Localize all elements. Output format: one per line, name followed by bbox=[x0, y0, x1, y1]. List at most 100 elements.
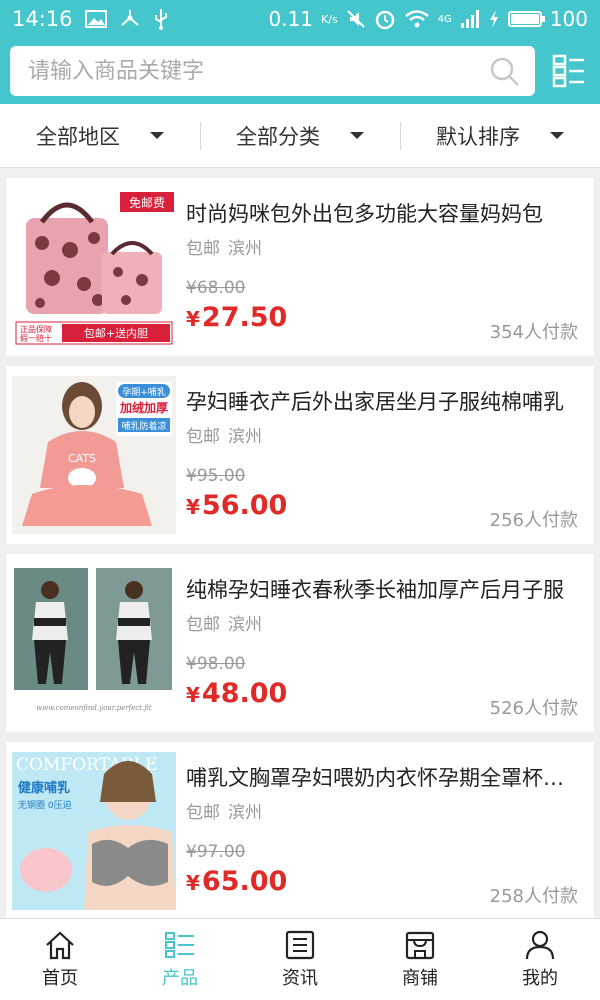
products-icon bbox=[165, 931, 194, 958]
battery-level: 100 bbox=[549, 7, 588, 31]
sale-price: ¥ 48.00 bbox=[186, 678, 287, 709]
status-bar: 14:16 0.11 K/s 4G 100 bbox=[0, 0, 600, 38]
search-box[interactable] bbox=[10, 46, 535, 96]
product-image-nursing-bra: COMFORTABLE 健康哺乳 无钢圈 0压迫 bbox=[12, 752, 176, 910]
product-list: 免邮费 正品保障 假一赔十 包邮+送内胆 时尚妈咪包外出包多功能大容量妈妈包 包… bbox=[0, 168, 600, 918]
location-label: 滨州 bbox=[228, 615, 262, 635]
search-header bbox=[0, 38, 600, 104]
search-input[interactable] bbox=[10, 46, 470, 96]
news-icon bbox=[285, 930, 315, 959]
badge-text: 孕期+哺乳 bbox=[122, 386, 166, 398]
mute-icon bbox=[346, 9, 366, 29]
sale-price: ¥ 56.00 bbox=[186, 490, 287, 521]
network-type: 4G bbox=[437, 13, 452, 25]
shipping-label: 包邮 bbox=[186, 427, 220, 447]
tab-home[interactable]: 首页 bbox=[0, 919, 120, 1000]
location-label: 滨州 bbox=[228, 427, 262, 447]
shipping-label: 包邮 bbox=[186, 803, 220, 823]
tab-news[interactable]: 资讯 bbox=[240, 919, 360, 1000]
price-value: 48.00 bbox=[201, 678, 288, 709]
badge-text: 哺乳防着凉 bbox=[121, 420, 166, 432]
shipping-label: 包邮 bbox=[186, 615, 220, 635]
caret-down-icon bbox=[150, 132, 164, 139]
tab-products[interactable]: 产品 bbox=[120, 919, 240, 1000]
image-icon bbox=[84, 10, 107, 28]
net-speed-unit: K/s bbox=[321, 12, 338, 26]
caption-text: www.comeonfind.your.perfect.fit bbox=[36, 704, 152, 712]
product-card[interactable]: COMFORTABLE 健康哺乳 无钢圈 0压迫 哺乳文胸罩孕妇喂奶内衣怀孕期全… bbox=[6, 742, 594, 918]
bottom-tab-bar: 首页 产品 资讯 商铺 我的 bbox=[0, 918, 600, 1000]
tab-shop[interactable]: 商铺 bbox=[360, 919, 480, 1000]
category-menu-button[interactable] bbox=[552, 54, 586, 88]
product-image-sleepwear: www.comeonfind.your.perfect.fit bbox=[12, 564, 176, 722]
promo-text: 包邮+送内胆 bbox=[84, 326, 148, 340]
battery-icon bbox=[507, 11, 545, 27]
original-price: ¥97.00 bbox=[186, 842, 246, 862]
product-image-pajamas: CATS 孕期+哺乳 加绒加厚 哺乳防着凉 bbox=[12, 376, 176, 534]
tab-label: 我的 bbox=[522, 967, 558, 989]
filter-label: 全部分类 bbox=[236, 124, 320, 149]
tab-label: 资讯 bbox=[282, 967, 318, 989]
original-price: ¥95.00 bbox=[186, 466, 246, 486]
net-speed: 0.11 bbox=[268, 7, 314, 31]
badge-text: 加绒加厚 bbox=[119, 400, 168, 415]
product-title: 哺乳文胸罩孕妇喂奶内衣怀孕期全罩杯聚拢 bbox=[186, 766, 578, 790]
location-label: 滨州 bbox=[228, 803, 262, 823]
product-meta: 包邮 滨州 bbox=[186, 422, 262, 447]
tab-profile[interactable]: 我的 bbox=[480, 919, 600, 1000]
filter-region[interactable]: 全部地区 bbox=[0, 104, 200, 167]
filter-bar: 全部地区 全部分类 默认排序 bbox=[0, 104, 600, 168]
currency-symbol: ¥ bbox=[186, 495, 200, 519]
charging-icon bbox=[488, 9, 500, 29]
currency-symbol: ¥ bbox=[186, 871, 200, 895]
product-meta: 包邮 滨州 bbox=[186, 610, 262, 635]
price-value: 65.00 bbox=[201, 866, 288, 897]
product-card[interactable]: 免邮费 正品保障 假一赔十 包邮+送内胆 时尚妈咪包外出包多功能大容量妈妈包 包… bbox=[6, 178, 594, 356]
feature-text: 健康哺乳 bbox=[18, 780, 70, 796]
search-icon[interactable] bbox=[489, 56, 521, 92]
sales-count: 354人付款 bbox=[489, 322, 578, 343]
shirt-print: CATS bbox=[68, 452, 96, 465]
home-icon bbox=[46, 931, 74, 959]
currency-symbol: ¥ bbox=[186, 683, 200, 707]
product-image-bag: 免邮费 正品保障 假一赔十 包邮+送内胆 bbox=[12, 188, 176, 346]
guarantee-text: 正品保障 bbox=[20, 324, 52, 334]
sales-count: 526人付款 bbox=[489, 698, 578, 719]
filter-label: 默认排序 bbox=[436, 124, 520, 149]
feature-text-2: 无钢圈 0压迫 bbox=[18, 799, 72, 811]
price-value: 27.50 bbox=[201, 302, 288, 333]
filter-category[interactable]: 全部分类 bbox=[200, 104, 400, 167]
badge-text: 免邮费 bbox=[129, 195, 165, 210]
list-grid-icon bbox=[552, 54, 584, 88]
filter-sort[interactable]: 默认排序 bbox=[400, 104, 600, 167]
location-label: 滨州 bbox=[228, 239, 262, 259]
guarantee-text-2: 假一赔十 bbox=[20, 333, 52, 343]
original-price: ¥98.00 bbox=[186, 654, 246, 674]
filter-label: 全部地区 bbox=[36, 124, 120, 149]
sales-count: 258人付款 bbox=[489, 886, 578, 907]
shop-icon bbox=[405, 931, 435, 959]
product-title: 时尚妈咪包外出包多功能大容量妈妈包 bbox=[186, 202, 543, 226]
product-card[interactable]: www.comeonfind.your.perfect.fit 纯棉孕妇睡衣春秋… bbox=[6, 554, 594, 732]
caret-down-icon bbox=[550, 132, 564, 139]
price-value: 56.00 bbox=[201, 490, 288, 521]
original-price: ¥68.00 bbox=[186, 278, 246, 298]
product-meta: 包邮 滨州 bbox=[186, 234, 262, 259]
profile-icon bbox=[525, 930, 555, 959]
caret-down-icon bbox=[350, 132, 364, 139]
shipping-label: 包邮 bbox=[186, 239, 220, 259]
currency-symbol: ¥ bbox=[186, 307, 200, 331]
tab-label: 首页 bbox=[42, 967, 78, 989]
tab-label: 产品 bbox=[162, 967, 198, 989]
sales-count: 256人付款 bbox=[489, 510, 578, 531]
product-title: 纯棉孕妇睡衣春秋季长袖加厚产后月子服 bbox=[186, 578, 564, 602]
product-meta: 包邮 滨州 bbox=[186, 798, 262, 823]
product-title: 孕妇睡衣产后外出家居坐月子服纯棉哺乳 bbox=[186, 390, 564, 414]
sale-price: ¥ 65.00 bbox=[186, 866, 287, 897]
alarm-icon bbox=[374, 8, 396, 30]
product-card[interactable]: CATS 孕期+哺乳 加绒加厚 哺乳防着凉 孕妇睡衣产后外出家居坐月子服纯棉哺乳… bbox=[6, 366, 594, 544]
tab-label: 商铺 bbox=[402, 967, 438, 989]
status-time: 14:16 bbox=[12, 7, 73, 31]
sale-price: ¥ 27.50 bbox=[186, 302, 287, 333]
share-icon bbox=[119, 9, 141, 29]
